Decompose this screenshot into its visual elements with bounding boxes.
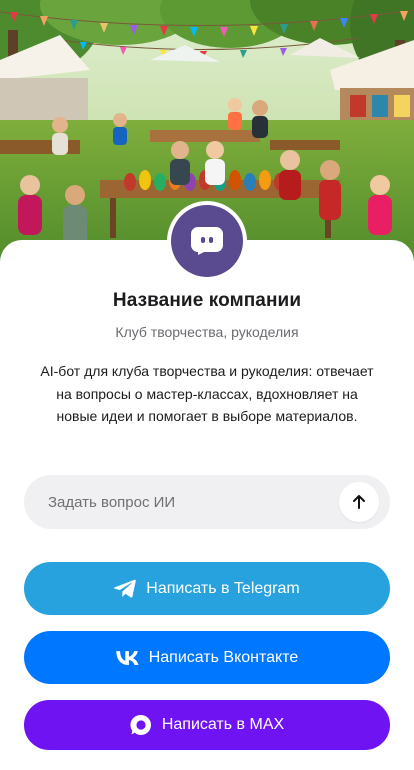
company-description: AI-бот для клуба творчества и рукоделия:… [40,363,374,424]
send-button[interactable] [339,482,379,522]
avatar-circle [171,205,243,277]
vk-button-label: Написать Вконтакте [148,648,299,666]
vk-icon [116,650,139,665]
avatar [167,201,247,281]
chat-bot-icon [191,227,223,255]
company-category: Клуб творчества, рукоделия [115,324,299,340]
company-name: Название компании [112,290,302,311]
max-button[interactable]: Написать в MAX [24,700,390,750]
ask-ai-field [24,475,390,529]
telegram-icon [114,579,137,598]
arrow-up-icon [353,495,365,509]
max-button-label: Написать в MAX [161,716,285,733]
vk-button[interactable]: Написать Вконтакте [24,631,390,684]
ask-ai-input[interactable] [48,475,339,529]
telegram-button[interactable]: Написать в Telegram [24,562,390,615]
telegram-button-label: Написать в Telegram [146,579,300,597]
max-icon [130,714,152,736]
